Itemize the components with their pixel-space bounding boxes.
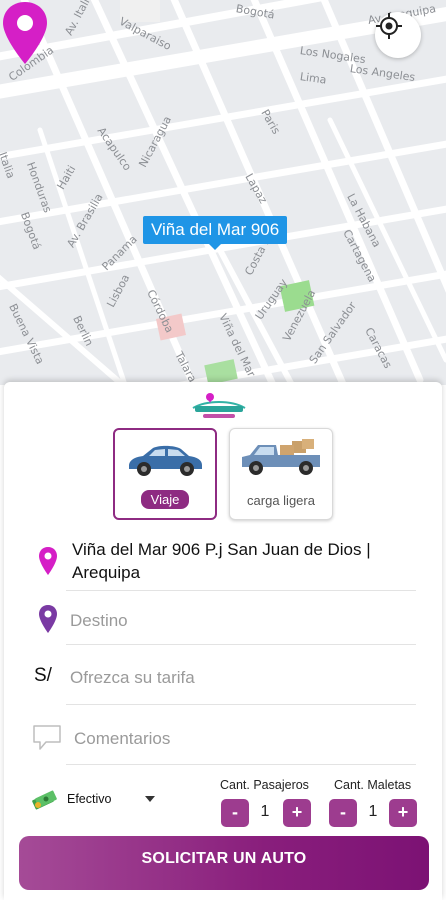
pickup-truck-icon xyxy=(242,439,320,475)
luggage-decrement-button[interactable]: - xyxy=(329,799,357,827)
payment-method-select[interactable]: Efectivo xyxy=(31,788,156,810)
origin-pin-icon xyxy=(39,547,57,575)
destination-pin-icon xyxy=(39,605,57,633)
luggage-label: Cant. Maletas xyxy=(334,778,412,792)
trip-request-panel: Viaje carga ligera Viña del Mar 906 P.j … xyxy=(4,382,442,900)
passengers-label: Cant. Pasajeros xyxy=(220,778,309,792)
sedan-icon xyxy=(129,445,202,476)
divider xyxy=(66,764,416,765)
request-ride-button[interactable]: SOLICITAR UN AUTO xyxy=(19,836,429,890)
luggage-increment-button[interactable]: + xyxy=(389,799,417,827)
vehicle-option-carga-ligera[interactable]: carga ligera xyxy=(229,428,333,520)
vehicle-option-viaje[interactable]: Viaje xyxy=(113,428,217,520)
payment-method-label: Efectivo xyxy=(67,792,112,806)
luggage-count: 1 xyxy=(368,803,378,820)
passengers-increment-button[interactable]: + xyxy=(283,799,311,827)
locate-me-button[interactable] xyxy=(375,12,421,58)
divider xyxy=(66,644,416,645)
origin-address[interactable]: Viña del Mar 906 P.j San Juan de Dios | … xyxy=(72,538,412,584)
location-callout: Viña del Mar 906 xyxy=(143,216,288,250)
divider xyxy=(66,590,416,591)
cash-icon xyxy=(32,790,57,810)
destination-input[interactable]: Destino xyxy=(70,611,128,631)
divider xyxy=(66,704,416,705)
chevron-down-icon xyxy=(145,796,156,802)
passengers-count: 1 xyxy=(260,803,270,820)
currency-symbol: S/ xyxy=(34,665,52,686)
fare-input[interactable]: Ofrezca su tarifa xyxy=(70,668,195,688)
comments-input[interactable]: Comentarios xyxy=(74,729,170,749)
passengers-decrement-button[interactable]: - xyxy=(221,799,249,827)
map-pin-icon xyxy=(3,2,47,64)
app-logo xyxy=(192,393,246,418)
map-view[interactable]: Av. Italia Valparaiso Bogotá Av. Arequip… xyxy=(0,0,446,385)
comment-icon xyxy=(33,725,61,750)
vehicle-label: Viaje xyxy=(140,490,190,509)
vehicle-label: carga ligera xyxy=(247,493,315,508)
crosshair-icon xyxy=(376,13,402,39)
